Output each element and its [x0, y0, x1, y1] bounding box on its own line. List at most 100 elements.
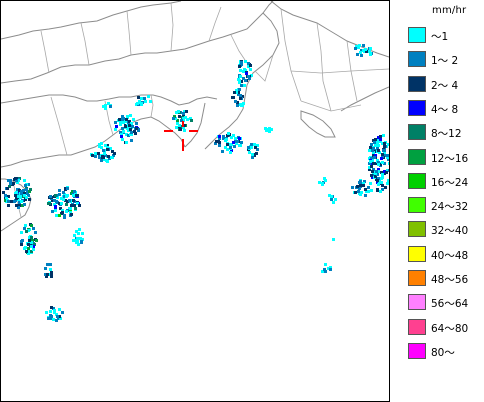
precip-cell [178, 124, 181, 127]
precip-cell [377, 149, 380, 152]
precip-cell [185, 110, 188, 113]
precip-cell [247, 146, 250, 149]
precip-cell [253, 143, 256, 146]
precip-cell [130, 131, 133, 134]
precip-cell [15, 191, 18, 194]
precip-cell [381, 173, 384, 176]
precip-cell [373, 141, 376, 144]
precip-cell [73, 234, 76, 237]
precip-cell [231, 96, 234, 99]
precip-cell [132, 118, 135, 121]
precip-cell [98, 145, 101, 148]
precip-cell [371, 170, 374, 173]
precip-cell [239, 94, 242, 97]
precip-cell [7, 200, 10, 203]
map-canvas [1, 1, 389, 322]
precip-cell [137, 96, 140, 99]
precip-cell [351, 186, 354, 189]
precip-cell [240, 141, 243, 144]
legend-item: 48～56 [408, 270, 484, 288]
precip-cell [247, 75, 250, 78]
precip-cell [129, 128, 132, 131]
precip-cell [186, 118, 189, 121]
legend-item: 2～ 4 [408, 75, 484, 94]
precip-cell [27, 243, 30, 246]
precip-cell [76, 194, 79, 197]
precip-cell [264, 127, 267, 130]
precip-cell [236, 104, 239, 107]
precip-cell [58, 308, 61, 311]
precip-cell [58, 193, 61, 196]
border-8 [50, 96, 68, 156]
precip-cell [49, 310, 52, 313]
precip-cell [72, 199, 75, 202]
precip-cell [250, 146, 253, 149]
coastline-shikoku-south [1, 116, 186, 168]
legend-item: ～1 [408, 27, 484, 45]
precip-cell [23, 194, 26, 197]
precip-cell [359, 51, 362, 54]
precip-cell [53, 199, 56, 202]
legend-item: 80～ [408, 342, 484, 361]
legend-swatch [408, 124, 426, 141]
precip-cell [318, 181, 321, 184]
precip-cell [172, 117, 175, 120]
precip-cell [379, 135, 382, 138]
precip-cell [119, 121, 122, 124]
precip-cell [362, 49, 365, 52]
precip-cell [387, 143, 389, 146]
precipitation-layer [2, 44, 389, 322]
precip-cell [20, 240, 23, 243]
precip-cell [251, 153, 254, 156]
precip-cell [12, 182, 15, 185]
precip-cell [20, 200, 23, 203]
precip-cell [190, 119, 193, 122]
precip-cell [122, 130, 125, 133]
border-7 [254, 54, 274, 82]
legend-item: 4～ 8 [408, 99, 484, 118]
precip-cell [129, 114, 132, 117]
precip-cell [130, 139, 133, 142]
legend-swatch [408, 318, 426, 335]
precip-cell [100, 159, 103, 162]
coastline-inland-sea-north [1, 1, 274, 84]
precip-cell [128, 124, 131, 127]
precip-cell [245, 72, 248, 75]
precip-cell [135, 122, 138, 125]
precip-cell [7, 204, 10, 207]
precip-cell [379, 138, 382, 141]
precip-cell [61, 211, 64, 214]
precip-cell [104, 107, 107, 110]
precip-cell [323, 268, 326, 271]
precip-cell [54, 194, 57, 197]
precip-cell [147, 95, 150, 98]
precip-cell [370, 189, 373, 192]
legend-swatch [408, 197, 426, 214]
border-3 [126, 10, 132, 56]
precip-cell [244, 60, 247, 63]
precip-cell [222, 135, 225, 138]
precip-cell [364, 194, 367, 197]
precip-cell [321, 183, 324, 186]
legend-label: 40～48 [431, 249, 469, 262]
legend-item: 24～32 [408, 197, 484, 215]
precip-cell [356, 53, 359, 56]
precip-cell [25, 188, 28, 191]
precip-cell [332, 238, 335, 241]
precip-cell [120, 135, 123, 138]
precip-cell [73, 190, 76, 193]
legend-label: 4～ 8 [431, 103, 459, 116]
precip-cell [125, 141, 128, 144]
precip-cell [22, 189, 25, 192]
precip-cell [373, 156, 376, 159]
border-4 [170, 2, 174, 52]
precip-cell [122, 117, 125, 120]
precip-cell [386, 154, 389, 157]
precip-cell [370, 165, 373, 168]
precip-cell [80, 240, 83, 243]
precip-cell [49, 195, 52, 198]
precip-cell [215, 140, 218, 143]
precip-cell [369, 53, 372, 56]
precip-cell [233, 91, 236, 94]
precip-cell [30, 236, 33, 239]
